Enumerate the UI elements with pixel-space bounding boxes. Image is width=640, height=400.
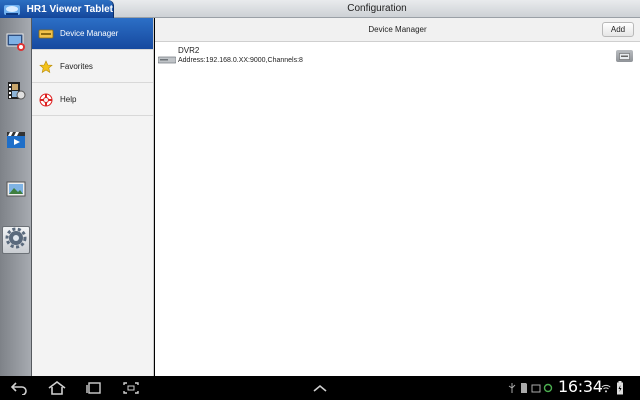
app-title: HR1 Viewer Tablet <box>26 3 113 15</box>
wifi-icon <box>601 382 611 394</box>
screenshot-icon[interactable] <box>120 380 142 396</box>
app-logo-icon <box>3 1 22 17</box>
video-clip-icon <box>5 129 27 156</box>
edit-icon <box>619 52 630 60</box>
device-address: Address:192.168.0.XX:9000,Channels:8 <box>178 57 303 64</box>
sync-icon <box>543 382 553 394</box>
menu-item-label: Help <box>60 95 77 104</box>
image-gallery-icon <box>5 178 27 205</box>
menu-item-label: Favorites <box>60 62 93 71</box>
app-tab: HR1 Viewer Tablet <box>0 0 114 18</box>
pane-title: Device Manager <box>368 25 427 34</box>
home-icon[interactable] <box>46 380 68 396</box>
dvr-icon <box>157 51 177 64</box>
menu-item-device-manager[interactable]: Device Manager <box>32 18 153 50</box>
rail-item-settings[interactable] <box>2 226 30 254</box>
system-bar: 16:34 <box>0 376 640 400</box>
device-name: DVR2 <box>178 46 200 55</box>
recent-apps-icon[interactable] <box>83 380 105 396</box>
add-device-button[interactable]: Add <box>602 22 634 37</box>
usb-icon <box>507 382 517 394</box>
settings-gear-icon <box>5 227 27 254</box>
battery-icon <box>615 381 625 395</box>
rail-item-live-view[interactable] <box>2 30 30 58</box>
rail-item-image-gallery[interactable] <box>2 177 30 205</box>
lifebuoy-icon <box>38 92 54 108</box>
screen-capture-icon <box>531 382 541 394</box>
device-edit-button[interactable] <box>616 50 633 62</box>
title-bar: HR1 Viewer Tablet Configuration <box>0 0 640 18</box>
dvr-device-icon <box>38 26 54 42</box>
playback-icon <box>5 80 27 107</box>
clock: 16:34 <box>558 377 603 396</box>
device-list-item[interactable]: DVR2 Address:192.168.0.XX:9000,Channels:… <box>155 45 640 69</box>
menu-item-favorites[interactable]: Favorites <box>32 51 153 83</box>
pane-header: Device Manager Add <box>155 18 640 42</box>
settings-menu: Device Manager Favorites Help <box>32 18 154 376</box>
device-manager-pane: Device Manager Add DVR2 Address:192.168.… <box>155 18 640 376</box>
menu-item-help[interactable]: Help <box>32 84 153 116</box>
chevron-up-icon[interactable] <box>309 380 331 396</box>
sd-card-icon <box>519 382 529 394</box>
live-view-icon <box>5 31 27 58</box>
back-icon[interactable] <box>8 380 30 396</box>
page-title: Configuration <box>347 3 407 14</box>
rail-item-playback[interactable] <box>2 79 30 107</box>
side-rail <box>0 18 32 376</box>
menu-item-label: Device Manager <box>60 29 119 38</box>
star-icon <box>38 59 54 75</box>
rail-item-video-clips[interactable] <box>2 128 30 156</box>
